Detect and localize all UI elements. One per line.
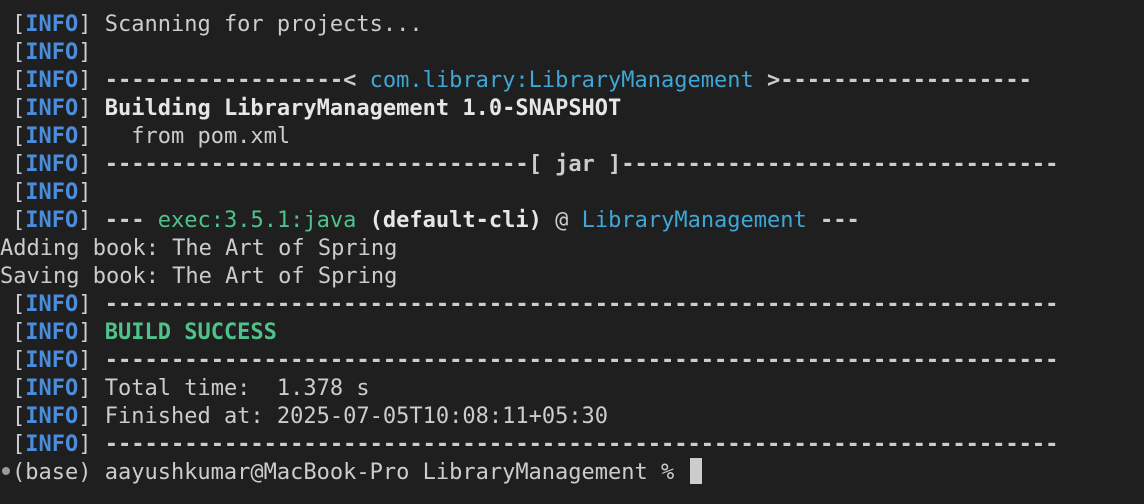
finished-at-text: Finished at: 2025-07-05T10:08:11+05:30 bbox=[104, 404, 609, 429]
exec-goal: exec:3.5.1:java bbox=[157, 208, 357, 233]
log-line-build-success: [INFO] BUILD SUCCESS bbox=[12, 320, 277, 345]
log-line-empty: [INFO] bbox=[12, 40, 92, 65]
separator-left: ------------------< bbox=[104, 68, 370, 93]
exec-separator-left: --- bbox=[104, 208, 145, 233]
info-tag: INFO bbox=[25, 96, 79, 121]
log-text: Scanning for projects... bbox=[104, 12, 423, 37]
info-tag: INFO bbox=[25, 40, 79, 65]
log-line-building: [INFO] Building LibraryManagement 1.0-SN… bbox=[12, 96, 622, 121]
jar-separator: --------------------------------[ jar ]-… bbox=[104, 152, 1059, 177]
rule-separator: ----------------------------------------… bbox=[104, 292, 1059, 317]
info-tag: INFO bbox=[25, 404, 79, 429]
prompt-text: (base) aayushkumar@MacBook-Pro LibraryMa… bbox=[12, 460, 688, 485]
log-line-rule: [INFO] ---------------------------------… bbox=[12, 292, 1059, 317]
artifact-id: com.library:LibraryManagement bbox=[369, 68, 754, 93]
output-line-adding-book: Adding book: The Art of Spring bbox=[0, 236, 398, 261]
log-line-finished-at: [INFO] Finished at: 2025-07-05T10:08:11+… bbox=[12, 404, 609, 429]
build-success-text: BUILD SUCCESS bbox=[104, 320, 277, 345]
log-line-scanning: [INFO] Scanning for projects... bbox=[12, 12, 423, 37]
info-tag: INFO bbox=[25, 208, 79, 233]
terminal-output[interactable]: [INFO] Scanning for projects... [INFO] [… bbox=[0, 0, 1144, 504]
log-line-total-time: [INFO] Total time: 1.378 s bbox=[12, 376, 370, 401]
project-name: LibraryManagement bbox=[581, 208, 807, 233]
log-line-from-pom: [INFO] from pom.xml bbox=[12, 124, 291, 149]
log-line-exec: [INFO] --- exec:3.5.1:java (default-cli)… bbox=[12, 208, 860, 233]
info-tag: INFO bbox=[25, 12, 79, 37]
log-line-rule: [INFO] ---------------------------------… bbox=[12, 348, 1059, 373]
text-cursor bbox=[689, 458, 702, 484]
shell-prompt[interactable]: (base) aayushkumar@MacBook-Pro LibraryMa… bbox=[0, 458, 1144, 487]
building-text: Building LibraryManagement 1.0-SNAPSHOT bbox=[104, 96, 622, 121]
info-tag: INFO bbox=[25, 376, 79, 401]
info-tag: INFO bbox=[25, 180, 79, 205]
total-time-text: Total time: 1.378 s bbox=[104, 376, 370, 401]
log-line-artifact-header: [INFO] ------------------< com.library:L… bbox=[12, 68, 1032, 93]
info-tag: INFO bbox=[25, 432, 79, 457]
info-tag: INFO bbox=[25, 320, 79, 345]
output-line-saving-book: Saving book: The Art of Spring bbox=[0, 264, 398, 289]
log-line-rule: [INFO] ---------------------------------… bbox=[12, 432, 1059, 457]
info-tag: INFO bbox=[25, 348, 79, 373]
info-tag: INFO bbox=[25, 292, 79, 317]
rule-separator: ----------------------------------------… bbox=[104, 348, 1059, 373]
log-line-jar: [INFO] --------------------------------[… bbox=[12, 152, 1059, 177]
execution-id: (default-cli) bbox=[369, 208, 542, 233]
exec-separator-right: --- bbox=[820, 208, 860, 233]
info-tag: INFO bbox=[25, 152, 79, 177]
from-pom-text: from pom.xml bbox=[104, 124, 291, 149]
log-line-empty: [INFO] bbox=[12, 180, 92, 205]
info-tag: INFO bbox=[25, 68, 79, 93]
separator-right: >------------------- bbox=[753, 68, 1032, 93]
at-symbol: @ bbox=[541, 208, 582, 233]
prompt-status-dot-icon bbox=[2, 467, 10, 475]
info-tag: INFO bbox=[25, 124, 79, 149]
rule-separator: ----------------------------------------… bbox=[104, 432, 1059, 457]
